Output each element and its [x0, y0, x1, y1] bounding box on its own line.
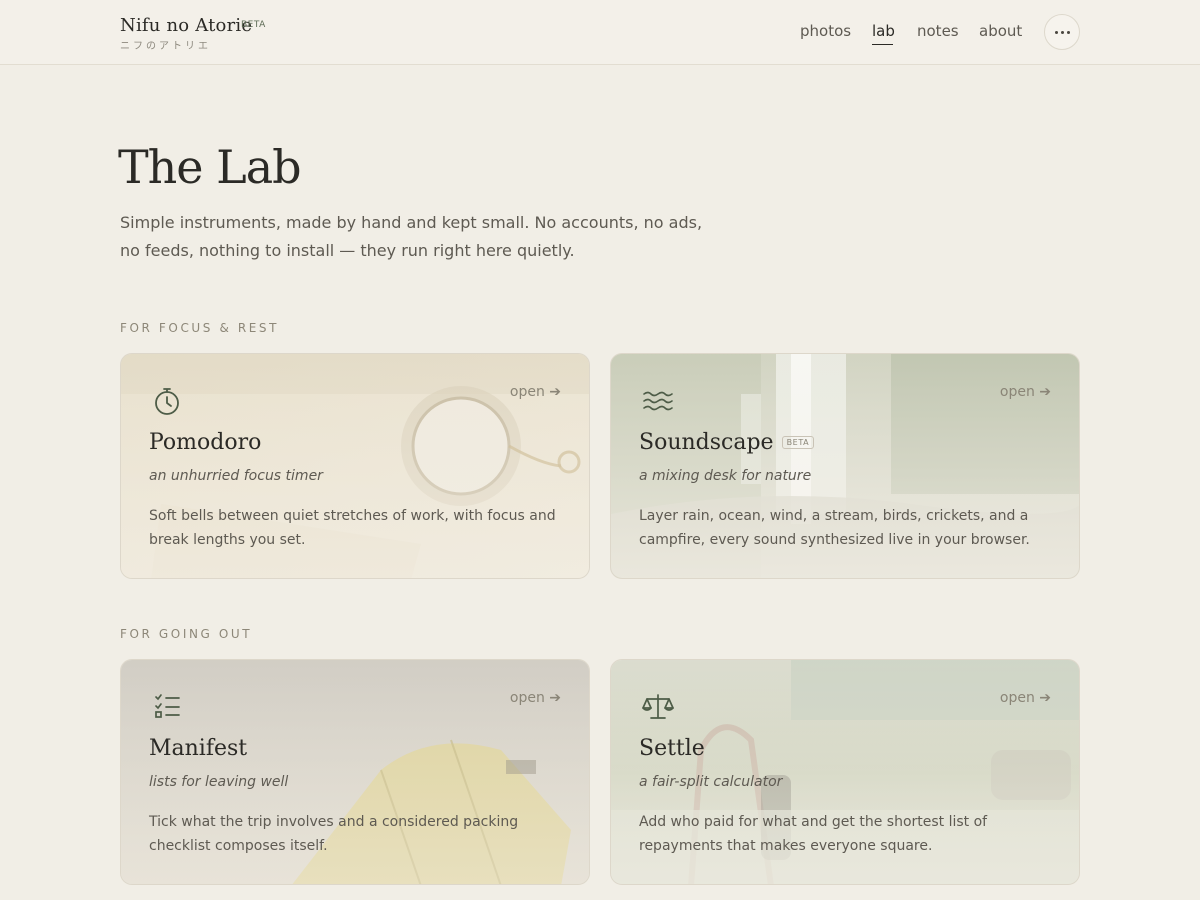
- card-description: Add who paid for what and get the shorte…: [639, 814, 988, 854]
- card-description: Layer rain, ocean, wind, a stream, birds…: [639, 508, 1030, 548]
- nav-active-underline: [872, 44, 893, 45]
- card-title: Pomodoro: [149, 430, 262, 455]
- nav-link-photos[interactable]: photos: [800, 22, 851, 40]
- card-content: open ➔ Soundscape BETA a mixing desk for …: [611, 354, 1079, 578]
- tool-card-manifest[interactable]: open ➔ Manifest lists for leaving well T…: [120, 659, 590, 885]
- card-content: open ➔ Pomodoro an unhurried focus timer…: [121, 354, 589, 578]
- open-link[interactable]: open ➔: [510, 690, 561, 706]
- checklist-icon: [151, 690, 185, 724]
- open-link[interactable]: open ➔: [510, 384, 561, 400]
- section-label-going-out: FOR GOING OUT: [120, 627, 253, 641]
- stopwatch-icon: [151, 384, 185, 418]
- nav-link-about[interactable]: about: [979, 22, 1022, 40]
- nav-link-lab[interactable]: lab: [872, 22, 895, 40]
- open-link[interactable]: open ➔: [1000, 690, 1051, 706]
- card-tagline: a mixing desk for nature: [639, 468, 812, 484]
- more-dots-icon: [1054, 30, 1070, 34]
- card-description: Soft bells between quiet stretches of wo…: [149, 508, 556, 548]
- scales-icon: [641, 690, 675, 724]
- waves-icon: [641, 384, 675, 418]
- card-title: Manifest: [149, 736, 248, 761]
- card-tagline: a fair-split calculator: [639, 774, 783, 790]
- nav-link-notes[interactable]: notes: [917, 22, 959, 40]
- open-link[interactable]: open ➔: [1000, 384, 1051, 400]
- beta-badge: BETA: [781, 436, 815, 449]
- card-tagline: lists for leaving well: [149, 774, 289, 790]
- card-description: Tick what the trip involves and a consid…: [149, 814, 519, 854]
- card-title: Soundscape BETA: [639, 430, 815, 455]
- more-button[interactable]: [1044, 14, 1080, 50]
- section-label-focus: FOR FOCUS & REST: [120, 321, 280, 335]
- page-title: The Lab: [118, 140, 302, 194]
- card-content: open ➔ Manifest lists for leaving well T…: [121, 660, 589, 884]
- site-header: Nifu no Atorie BETA ニフのアトリエ photos lab n…: [0, 0, 1200, 65]
- tool-card-soundscape[interactable]: open ➔ Soundscape BETA a mixing desk for …: [610, 353, 1080, 579]
- main-nav: photos lab notes about: [0, 22, 1200, 52]
- card-title: Settle: [639, 736, 705, 761]
- card-tagline: an unhurried focus timer: [149, 468, 323, 484]
- card-content: open ➔ Settle a fair-split calculator Ad…: [611, 660, 1079, 884]
- tool-card-settle[interactable]: open ➔ Settle a fair-split calculator Ad…: [610, 659, 1080, 885]
- page-lede: Simple instruments, made by hand and kep…: [120, 213, 703, 260]
- tool-card-pomodoro[interactable]: open ➔ Pomodoro an unhurried focus timer…: [120, 353, 590, 579]
